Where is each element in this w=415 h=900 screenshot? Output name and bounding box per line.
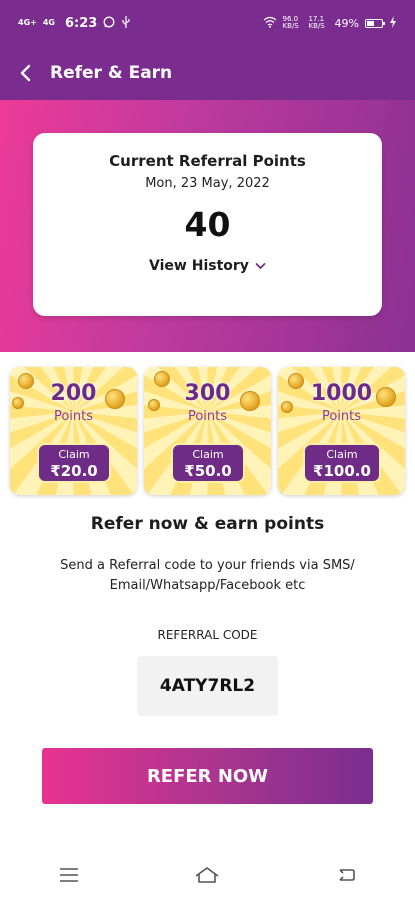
system-nav-bar bbox=[0, 850, 415, 900]
reward-tile-300[interactable]: 300 Points Claim ₹50.0 bbox=[144, 367, 271, 495]
reward-tiles: 200 Points Claim ₹20.0 300 Points Claim … bbox=[10, 367, 405, 495]
wifi-icon bbox=[263, 16, 277, 31]
page-title: Refer & Earn bbox=[50, 63, 173, 83]
referral-code[interactable]: 4ATY7RL2 bbox=[137, 656, 278, 716]
app-bar: Refer & Earn bbox=[0, 46, 415, 100]
points-value: 40 bbox=[184, 205, 231, 244]
battery-icon bbox=[365, 18, 385, 28]
points-date: Mon, 23 May, 2022 bbox=[145, 176, 270, 191]
reward-tile-1000[interactable]: 1000 Points Claim ₹100.0 bbox=[278, 367, 405, 495]
view-history-link[interactable]: View History bbox=[149, 258, 266, 274]
network-speed-1: 96.0 KB/S bbox=[282, 15, 299, 30]
usb-icon bbox=[121, 15, 131, 31]
claim-amount: ₹100.0 bbox=[313, 462, 371, 480]
menu-icon[interactable] bbox=[49, 855, 89, 895]
claim-label: Claim bbox=[326, 448, 358, 461]
back-button[interactable] bbox=[4, 51, 48, 95]
refer-now-button[interactable]: REFER NOW bbox=[42, 748, 373, 804]
reward-points-label: Points bbox=[187, 409, 228, 424]
referral-code-label: REFERRAL CODE bbox=[157, 628, 258, 642]
reward-points: 1000 bbox=[310, 381, 373, 406]
network-indicator-2: 4G bbox=[42, 18, 55, 27]
claim-label: Claim bbox=[58, 448, 90, 461]
refer-description: Send a Referral code to your friends via… bbox=[60, 558, 355, 593]
points-heading: Current Referral Points bbox=[109, 152, 306, 170]
clock: 6:23 bbox=[64, 15, 98, 31]
claim-button[interactable]: Claim ₹20.0 bbox=[37, 443, 111, 483]
charging-icon bbox=[389, 15, 397, 31]
status-bar: 4G+ 4G 6:23 96.0 KB/S 17.1 KB/S 49% bbox=[0, 0, 415, 46]
claim-label: Claim bbox=[192, 448, 224, 461]
network-indicator-1: 4G+ bbox=[18, 18, 37, 27]
refer-title: Refer now & earn points bbox=[90, 514, 325, 534]
claim-button[interactable]: Claim ₹100.0 bbox=[303, 443, 381, 483]
whatsapp-icon bbox=[103, 16, 115, 31]
chevron-down-icon bbox=[255, 263, 266, 270]
claim-amount: ₹50.0 bbox=[184, 462, 232, 480]
reward-points-label: Points bbox=[53, 409, 94, 424]
battery-percent: 49% bbox=[334, 16, 359, 30]
network-speed-2: 17.1 KB/S bbox=[308, 15, 325, 30]
chevron-left-icon bbox=[20, 64, 31, 82]
back-icon[interactable] bbox=[326, 855, 366, 895]
reward-tile-200[interactable]: 200 Points Claim ₹20.0 bbox=[10, 367, 137, 495]
reward-points-label: Points bbox=[321, 409, 362, 424]
claim-button[interactable]: Claim ₹50.0 bbox=[171, 443, 245, 483]
reward-points: 300 bbox=[184, 381, 231, 406]
view-history-label: View History bbox=[149, 258, 249, 274]
claim-amount: ₹20.0 bbox=[50, 462, 98, 480]
referral-points-card: Current Referral Points Mon, 23 May, 202… bbox=[33, 133, 382, 316]
reward-points: 200 bbox=[50, 381, 97, 406]
home-icon[interactable] bbox=[187, 855, 227, 895]
